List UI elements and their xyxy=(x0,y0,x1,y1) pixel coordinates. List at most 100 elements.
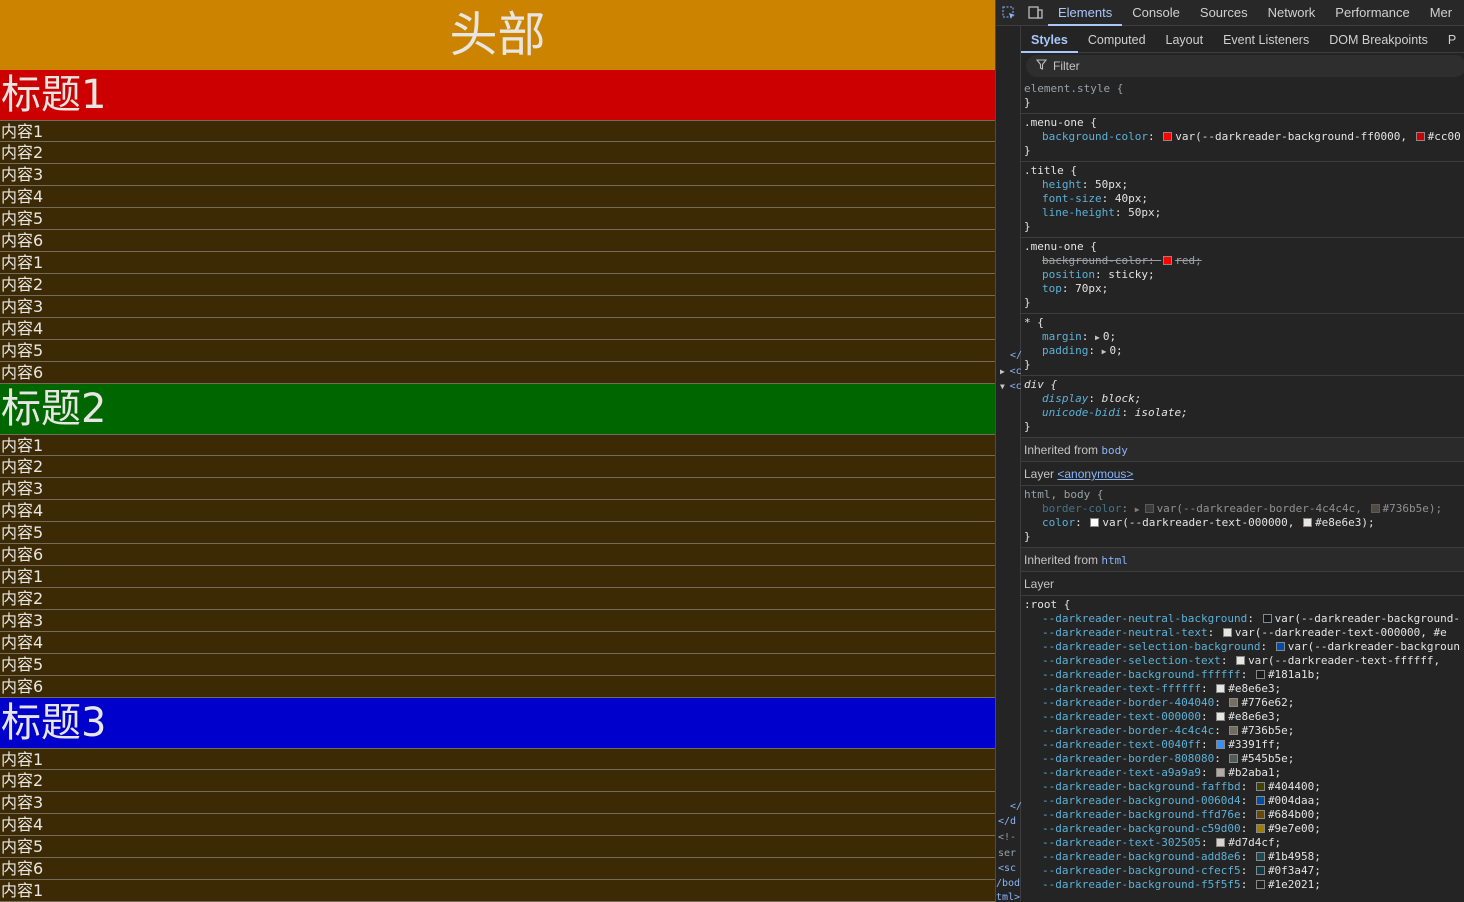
css-variable-declaration[interactable]: --darkreader-border-808080: #545b5e; xyxy=(1024,752,1464,766)
tab-sources[interactable]: Sources xyxy=(1190,0,1258,26)
color-swatch[interactable] xyxy=(1370,504,1380,513)
color-swatch[interactable] xyxy=(1216,684,1226,693)
color-swatch[interactable] xyxy=(1229,698,1239,707)
declaration[interactable]: background-color: var(--darkreader-backg… xyxy=(1024,130,1464,144)
color-swatch[interactable] xyxy=(1216,768,1226,777)
rule-element-style[interactable]: element.style { } xyxy=(1021,80,1464,114)
tab-console[interactable]: Console xyxy=(1122,0,1190,26)
css-variable-declaration[interactable]: --darkreader-background-cfecf5: #0f3a47; xyxy=(1024,864,1464,878)
css-variable-declaration[interactable]: --darkreader-background-f5f5f5: #1e2021; xyxy=(1024,878,1464,892)
color-swatch[interactable] xyxy=(1415,132,1425,141)
color-swatch[interactable] xyxy=(1216,712,1226,721)
color-swatch[interactable] xyxy=(1144,504,1154,513)
subtab-properties[interactable]: P xyxy=(1438,27,1464,53)
declaration[interactable]: line-height: 50px; xyxy=(1024,206,1464,220)
styles-filter-input[interactable]: Filter xyxy=(1026,55,1464,77)
color-swatch[interactable] xyxy=(1229,754,1239,763)
tab-network[interactable]: Network xyxy=(1258,0,1326,26)
color-swatch[interactable] xyxy=(1255,810,1265,819)
subtab-layout[interactable]: Layout xyxy=(1156,27,1214,53)
layer-anonymous-link[interactable]: <anonymous> xyxy=(1057,467,1133,481)
subtab-styles[interactable]: Styles xyxy=(1021,27,1078,53)
css-variable-declaration[interactable]: --darkreader-neutral-background: var(--d… xyxy=(1024,612,1464,626)
color-swatch[interactable] xyxy=(1255,852,1265,861)
declaration-overridden[interactable]: background-color: red; xyxy=(1024,254,1464,268)
color-swatch[interactable] xyxy=(1236,656,1246,665)
rule-menu-one-darkreader[interactable]: .menu-one { background-color: var(--dark… xyxy=(1021,114,1464,162)
content-row: 内容2 xyxy=(0,142,995,164)
subtab-computed[interactable]: Computed xyxy=(1078,27,1156,53)
rule-root[interactable]: :root { --darkreader-neutral-background:… xyxy=(1021,596,1464,895)
css-variable-declaration[interactable]: --darkreader-background-c59d00: #9e7e00; xyxy=(1024,822,1464,836)
css-variable-declaration[interactable]: --darkreader-text-000000: #e8e6e3; xyxy=(1024,710,1464,724)
css-variable-declaration[interactable]: --darkreader-selection-text: var(--darkr… xyxy=(1024,654,1464,668)
css-variable-declaration[interactable]: --darkreader-text-0040ff: #3391ff; xyxy=(1024,738,1464,752)
expand-triangle-icon[interactable]: ▶ xyxy=(1102,347,1107,356)
color-swatch[interactable] xyxy=(1303,518,1313,527)
color-swatch[interactable] xyxy=(1163,256,1173,265)
declaration[interactable]: margin: ▶ 0; xyxy=(1024,330,1464,344)
css-variable-declaration[interactable]: --darkreader-border-4c4c4c: #736b5e; xyxy=(1024,724,1464,738)
color-swatch[interactable] xyxy=(1255,670,1265,679)
declaration[interactable]: position: sticky; xyxy=(1024,268,1464,282)
css-variable-declaration[interactable]: --darkreader-background-ffd76e: #684b00; xyxy=(1024,808,1464,822)
declaration[interactable]: padding: ▶ 0; xyxy=(1024,344,1464,358)
color-swatch[interactable] xyxy=(1255,880,1265,889)
color-swatch[interactable] xyxy=(1216,838,1226,847)
html-link[interactable]: html xyxy=(1101,554,1128,567)
color-swatch[interactable] xyxy=(1090,518,1100,527)
device-toolbar-icon[interactable] xyxy=(1022,0,1048,26)
tree-line[interactable]: ▼ <c xyxy=(1000,381,1022,392)
rule-close: } xyxy=(1024,144,1031,157)
body-link[interactable]: body xyxy=(1101,444,1128,457)
tree-line[interactable]: ▶ <c xyxy=(1000,366,1022,377)
inspect-element-icon[interactable] xyxy=(996,0,1022,26)
rule-div-user-agent[interactable]: div { display: block; unicode-bidi: isol… xyxy=(1021,376,1464,438)
rule-html-body[interactable]: html, body { border-color: ▶ var(--darkre… xyxy=(1021,486,1464,548)
css-variable-declaration[interactable]: --darkreader-background-faffbd: #404400; xyxy=(1024,780,1464,794)
content-row: 内容3 xyxy=(0,164,995,186)
expand-triangle-icon[interactable]: ▶ xyxy=(1095,333,1100,342)
color-swatch[interactable] xyxy=(1222,628,1232,637)
css-variable-declaration[interactable]: --darkreader-text-ffffff: #e8e6e3; xyxy=(1024,682,1464,696)
tab-memory[interactable]: Mer xyxy=(1420,0,1462,26)
color-swatch[interactable] xyxy=(1275,642,1285,651)
content-row: 内容6 xyxy=(0,362,995,384)
css-variable-declaration[interactable]: --darkreader-background-0060d4: #004daa; xyxy=(1024,794,1464,808)
tab-performance[interactable]: Performance xyxy=(1325,0,1419,26)
rule-universal[interactable]: * { margin: ▶ 0; padding: ▶ 0; } xyxy=(1021,314,1464,376)
subtab-dom-breakpoints[interactable]: DOM Breakpoints xyxy=(1319,27,1438,53)
rule-menu-one[interactable]: .menu-one { background-color: red; posit… xyxy=(1021,238,1464,314)
css-variable-declaration[interactable]: --darkreader-background-add8e6: #1b4958; xyxy=(1024,850,1464,864)
tab-elements[interactable]: Elements xyxy=(1048,0,1123,26)
declaration[interactable]: color: var(--darkreader-text-000000, #e8… xyxy=(1024,516,1464,530)
devtools-panel: Elements Console Sources Network Perform… xyxy=(995,0,1464,902)
color-swatch[interactable] xyxy=(1262,614,1272,623)
declaration[interactable]: font-size: 40px; xyxy=(1024,192,1464,206)
content-row: 内容1 xyxy=(0,434,995,456)
content-row: 内容5 xyxy=(0,208,995,230)
rule-title[interactable]: .title { height: 50px; font-size: 40px; … xyxy=(1021,162,1464,238)
content-row: 内容1 xyxy=(0,252,995,274)
declaration[interactable]: top: 70px; xyxy=(1024,282,1464,296)
color-swatch[interactable] xyxy=(1229,726,1239,735)
content-row: 内容2 xyxy=(0,274,995,296)
css-variable-declaration[interactable]: --darkreader-text-a9a9a9: #b2aba1; xyxy=(1024,766,1464,780)
declaration[interactable]: height: 50px; xyxy=(1024,178,1464,192)
css-variable-declaration[interactable]: --darkreader-neutral-text: var(--darkrea… xyxy=(1024,626,1464,640)
expand-triangle-icon[interactable]: ▶ xyxy=(1135,505,1140,514)
css-variable-declaration[interactable]: --darkreader-selection-background: var(-… xyxy=(1024,640,1464,654)
color-swatch[interactable] xyxy=(1255,782,1265,791)
color-swatch[interactable] xyxy=(1163,132,1173,141)
subtab-event-listeners[interactable]: Event Listeners xyxy=(1213,27,1319,53)
color-swatch[interactable] xyxy=(1255,824,1265,833)
color-swatch[interactable] xyxy=(1255,796,1265,805)
css-variable-declaration[interactable]: --darkreader-background-ffffff: #181a1b; xyxy=(1024,668,1464,682)
css-variable-declaration[interactable]: --darkreader-border-404040: #776e62; xyxy=(1024,696,1464,710)
color-swatch[interactable] xyxy=(1216,740,1226,749)
tree-line: /bod xyxy=(996,878,1021,889)
color-swatch[interactable] xyxy=(1255,866,1265,875)
content-row: 内容4 xyxy=(0,186,995,208)
declaration[interactable]: border-color: ▶ var(--darkreader-border-4… xyxy=(1024,502,1464,516)
css-variable-declaration[interactable]: --darkreader-text-302505: #d7d4cf; xyxy=(1024,836,1464,850)
